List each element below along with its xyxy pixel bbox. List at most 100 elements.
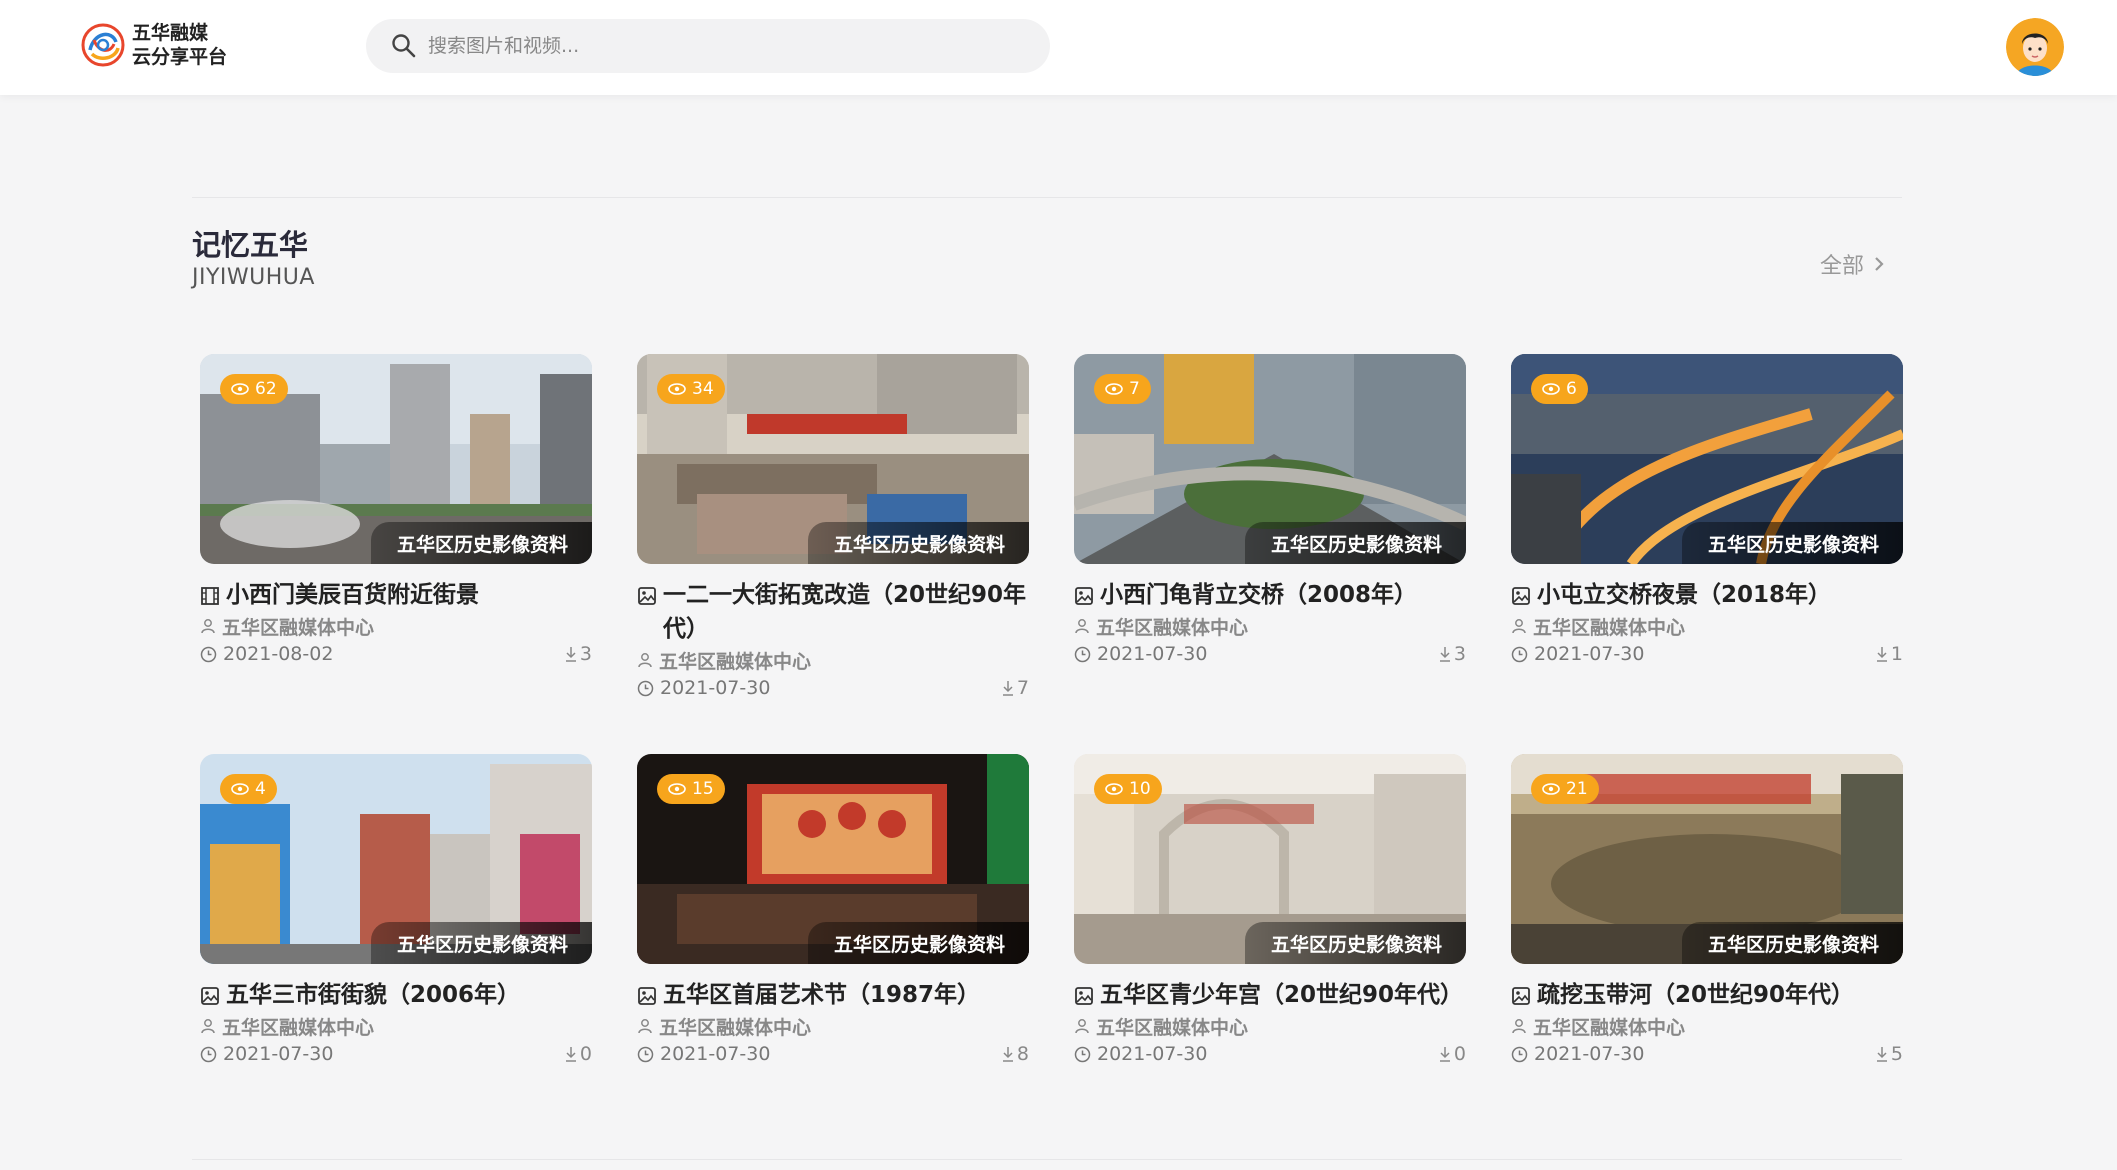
section-divider [192,197,1902,198]
download-count-badge: 3 [1439,643,1466,665]
media-title[interactable]: 小西门龟背立交桥（2008年） [1074,578,1466,612]
download-count: 5 [1890,1043,1903,1065]
clock-icon [1511,646,1528,662]
brand-logo[interactable]: 五华融媒 云分享平台 [80,21,227,69]
media-thumbnail[interactable]: 34 五华区历史影像资料 [637,354,1029,564]
user-avatar[interactable] [2006,18,2064,76]
download-count-badge: 1 [1876,643,1903,665]
media-card[interactable]: 7 五华区历史影像资料 小西门龟背立交桥（2008年） 五华区融媒体中心 202… [1074,354,1466,754]
image-icon [201,987,219,1005]
search-input[interactable] [428,35,988,57]
clock-icon [1511,1046,1528,1062]
collection-tag: 五华区历史影像资料 [1681,922,1903,964]
media-title-text: 疏挖玉带河（20世纪90年代） [1537,982,1855,1008]
download-icon [1876,647,1887,662]
download-count: 8 [1016,1043,1029,1065]
publish-date: 2021-07-30 [1534,643,1645,665]
media-card[interactable]: 62 五华区历史影像资料 小西门美辰百货附近街景 五华区融媒体中心 2021-0… [200,354,592,754]
author-name: 五华区融媒体中心 [1533,616,1686,639]
download-count-badge: 0 [1439,1043,1466,1065]
media-thumbnail[interactable]: 62 五华区历史影像资料 [200,354,592,564]
top-header: 五华融媒 云分享平台 [0,0,2117,95]
media-title[interactable]: 小西门美辰百货附近街景 [200,578,592,612]
brand-line-1: 五华融媒 [132,22,209,44]
media-title[interactable]: 五华区青少年宫（20世纪90年代） [1074,978,1466,1012]
collection-tag: 五华区历史影像资料 [807,522,1029,564]
avatar-icon [2006,18,2064,76]
search-bar[interactable] [366,19,1050,73]
view-count: 34 [692,379,714,399]
download-icon [1439,1047,1450,1062]
user-icon [1075,1019,1089,1034]
image-icon [1512,987,1530,1005]
media-card[interactable]: 21 五华区历史影像资料 疏挖玉带河（20世纪90年代） 五华区融媒体中心 20… [1511,754,1903,1154]
clock-icon [1074,1046,1091,1062]
eye-icon [1105,383,1123,395]
media-title[interactable]: 小屯立交桥夜景（2018年） [1511,578,1903,612]
chevron-right-icon [1875,257,1884,271]
date-row: 2021-08-02 3 [200,640,592,668]
publish-date: 2021-07-30 [1097,1043,1208,1065]
author-name: 五华区融媒体中心 [659,1016,812,1039]
view-all-link[interactable]: 全部 [1820,248,1886,280]
collection-tag: 五华区历史影像资料 [1244,922,1466,964]
media-grid: 62 五华区历史影像资料 小西门美辰百货附近街景 五华区融媒体中心 2021-0… [200,354,1905,1154]
download-count-badge: 8 [1002,1043,1029,1065]
download-count-badge: 5 [1876,1043,1903,1065]
media-title-text: 五华三市街街貌（2006年） [226,982,521,1008]
media-title[interactable]: 五华三市街街貌（2006年） [200,978,592,1012]
media-thumbnail[interactable]: 15 五华区历史影像资料 [637,754,1029,964]
eye-icon [1105,783,1123,795]
image-icon [638,987,656,1005]
user-icon [1075,619,1089,634]
date-row: 2021-07-30 1 [1511,640,1903,668]
media-title-text: 小西门美辰百货附近街景 [226,582,479,608]
media-title[interactable]: 疏挖玉带河（20世纪90年代） [1511,978,1903,1012]
collection-tag: 五华区历史影像资料 [1244,522,1466,564]
image-icon [1075,987,1093,1005]
media-title-text: 一二一大街拓宽改造（20世纪90年代） [663,582,1027,642]
view-count-badge: 15 [657,774,725,804]
date-row: 2021-07-30 5 [1511,1040,1903,1068]
media-thumbnail[interactable]: 4 五华区历史影像资料 [200,754,592,964]
author-row: 五华区融媒体中心 [1074,1012,1466,1040]
view-count-badge: 34 [657,374,725,404]
download-count-badge: 3 [565,643,592,665]
media-card[interactable]: 15 五华区历史影像资料 五华区首届艺术节（1987年） 五华区融媒体中心 20… [637,754,1029,1154]
media-title[interactable]: 一二一大街拓宽改造（20世纪90年代） [637,578,1029,646]
media-card[interactable]: 34 五华区历史影像资料 一二一大街拓宽改造（20世纪90年代） 五华区融媒体中… [637,354,1029,754]
view-count: 6 [1566,379,1577,399]
media-thumbnail[interactable]: 6 五华区历史影像资料 [1511,354,1903,564]
image-icon [1075,587,1093,605]
download-icon [1876,1047,1887,1062]
author-row: 五华区融媒体中心 [200,1012,592,1040]
download-count: 0 [1453,1043,1466,1065]
download-count: 0 [579,1043,592,1065]
eye-icon [668,783,686,795]
media-card[interactable]: 6 五华区历史影像资料 小屯立交桥夜景（2018年） 五华区融媒体中心 2021… [1511,354,1903,754]
brand-name: 五华融媒 云分享平台 [132,21,227,69]
media-thumbnail[interactable]: 21 五华区历史影像资料 [1511,754,1903,964]
author-row: 五华区融媒体中心 [637,646,1029,674]
author-row: 五华区融媒体中心 [1074,612,1466,640]
eye-icon [231,383,249,395]
brand-logo-icon [81,23,125,67]
user-icon [201,619,215,634]
media-thumbnail[interactable]: 10 五华区历史影像资料 [1074,754,1466,964]
media-title-text: 五华区青少年宫（20世纪90年代） [1100,982,1464,1008]
date-row: 2021-07-30 7 [637,674,1029,702]
view-all-label: 全部 [1820,254,1865,279]
search-icon[interactable] [390,32,418,60]
media-thumbnail[interactable]: 7 五华区历史影像资料 [1074,354,1466,564]
clock-icon [637,680,654,696]
publish-date: 2021-07-30 [660,1043,771,1065]
author-name: 五华区融媒体中心 [222,1016,375,1039]
download-count: 3 [1453,643,1466,665]
author-row: 五华区融媒体中心 [1511,1012,1903,1040]
section-subtitle: JIYIWUHUA [192,265,315,290]
author-name: 五华区融媒体中心 [1096,616,1249,639]
date-row: 2021-07-30 0 [1074,1040,1466,1068]
media-title[interactable]: 五华区首届艺术节（1987年） [637,978,1029,1012]
media-card[interactable]: 4 五华区历史影像资料 五华三市街街貌（2006年） 五华区融媒体中心 2021… [200,754,592,1154]
media-card[interactable]: 10 五华区历史影像资料 五华区青少年宫（20世纪90年代） 五华区融媒体中心 … [1074,754,1466,1154]
